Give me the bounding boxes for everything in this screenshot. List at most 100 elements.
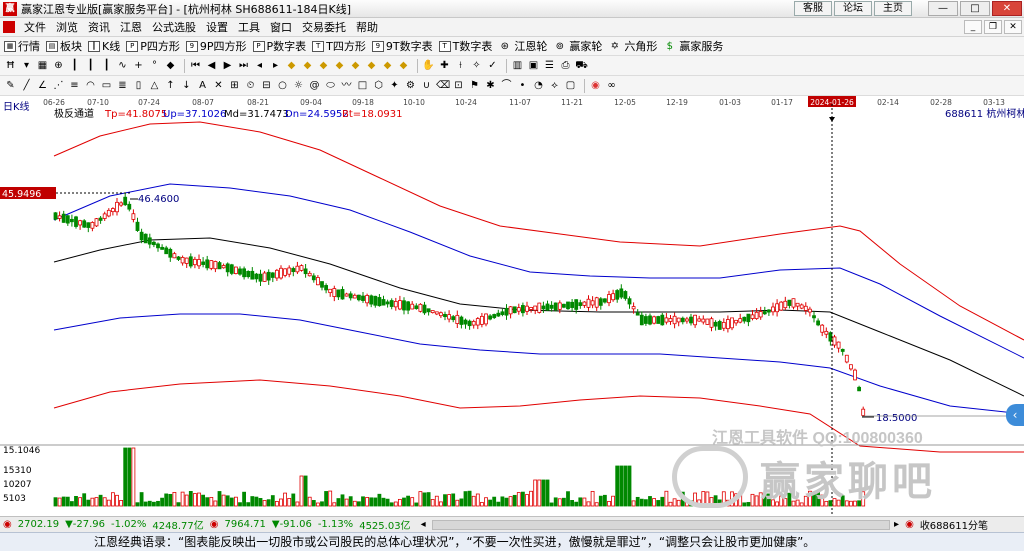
sun-icon[interactable]: ☼ [292,79,305,92]
grid2-icon[interactable]: ⊞ [228,79,241,92]
box-icon[interactable]: ▭ [100,79,113,92]
chart-type-icon[interactable]: Ħ [4,59,17,72]
menu-browse[interactable]: 浏览 [51,19,83,35]
time-icon[interactable]: ⏲ [244,79,257,92]
spiral-icon[interactable]: @ [308,79,321,92]
eraser-icon[interactable]: ⌫ [436,79,450,92]
first-icon[interactable]: ⏮ [189,59,202,72]
infinity-icon[interactable]: ∞ [605,79,618,92]
menu-window[interactable]: 窗口 [265,19,297,35]
dropdown-icon[interactable]: ▾ [20,59,33,72]
scroll-left-icon[interactable]: ◂ [421,519,426,530]
right-icon[interactable]: ▸ [269,59,282,72]
flag-icon[interactable]: ⚑ [468,79,481,92]
hand-icon[interactable]: ✋ [422,59,435,72]
link-homepage[interactable]: 主页 [874,1,912,16]
left-icon[interactable]: ◂ [253,59,266,72]
check-icon[interactable]: ✓ [486,59,499,72]
toolbar-9p-square-button[interactable]: 9 9P四方形 [185,38,247,54]
link-forum[interactable]: 论坛 [834,1,872,16]
dot-icon[interactable]: • [516,79,529,92]
fan-icon[interactable]: ⋰ [52,79,65,92]
menu-trading[interactable]: 交易委托 [297,19,351,35]
gear-icon[interactable]: ⚙ [404,79,417,92]
toolbar-t-square-button[interactable]: T T四方形 [312,38,366,54]
cross-icon[interactable]: ✚ [438,59,451,72]
menu-news[interactable]: 资讯 [83,19,115,35]
toolbar-gann-wheel-button[interactable]: ⊛ 江恩轮 [498,38,548,54]
circle-icon[interactable]: ○ [276,79,289,92]
wave-icon[interactable]: ∿ [116,59,129,72]
diamond-icon[interactable]: ◆ [164,59,177,72]
toolbar-t-table-button[interactable]: T T数字表 [438,38,492,54]
close-icon[interactable]: ✕ [992,1,1022,16]
toolbar-9t-table-button[interactable]: 9 9T数字表 [371,38,433,54]
diamond7-icon[interactable]: ◆ [365,59,378,72]
magnet-icon[interactable]: ∪ [420,79,433,92]
ruler-icon[interactable]: ⊟ [260,79,273,92]
plus-icon[interactable]: + [132,59,145,72]
maximize-icon[interactable]: □ [960,1,990,16]
toolbar-service-button[interactable]: $ 赢家服务 [663,38,724,54]
tick-detail-icon[interactable]: ◉ [905,519,914,530]
bars-icon[interactable]: ┃ [84,59,97,72]
fib-icon[interactable]: ≣ [116,79,129,92]
mdi-restore-icon[interactable]: ❐ [984,20,1002,34]
bar-icon[interactable]: ┃ [68,59,81,72]
toolbar-p-table-button[interactable]: P P数字表 [252,38,306,54]
triangle-icon[interactable]: △ [148,79,161,92]
diamond8-icon[interactable]: ◆ [381,59,394,72]
calc-icon[interactable]: ▥ [511,59,524,72]
zoom-in-icon[interactable]: ⊕ [52,59,65,72]
mdi-close-icon[interactable]: ✕ [1004,20,1022,34]
minimize-icon[interactable]: — [928,1,958,16]
text-icon[interactable]: A [196,79,209,92]
arc-icon[interactable]: ◠ [84,79,97,92]
star-icon[interactable]: ✦ [388,79,401,92]
menu-help[interactable]: 帮助 [351,19,383,35]
arrow-up-icon[interactable]: ↑ [164,79,177,92]
menu-gann[interactable]: 江恩 [115,19,147,35]
line-icon[interactable]: ╱ [20,79,33,92]
link-customer-service[interactable]: 客服 [794,1,832,16]
grid-icon[interactable]: ▦ [36,59,49,72]
menu-file[interactable]: 文件 [19,19,51,35]
spark-icon[interactable]: ✧ [470,59,483,72]
split-icon[interactable]: ⟊ [454,59,467,72]
bell-icon[interactable]: ◔ [532,79,545,92]
pencil-icon[interactable]: ✎ [4,79,17,92]
side-expand-button[interactable]: ‹ [1006,404,1024,426]
box2-icon[interactable]: ▢ [564,79,577,92]
zig-icon[interactable]: ⟡ [548,79,561,92]
arrow-down-icon[interactable]: ↓ [180,79,193,92]
toolbar-hexagon-button[interactable]: ✡ 六角形 [608,38,658,54]
wave2-icon[interactable]: 〰 [340,79,353,92]
print-icon[interactable]: ⎙ [559,59,572,72]
status-scroll-track[interactable] [431,519,891,530]
menu-settings[interactable]: 设置 [201,19,233,35]
list-icon[interactable]: ☰ [543,59,556,72]
color-wheel-icon[interactable]: ◉ [589,79,602,92]
book-icon[interactable]: ▣ [527,59,540,72]
hex-icon[interactable]: ⬡ [372,79,385,92]
diamond6-icon[interactable]: ◆ [349,59,362,72]
toolbar-sector-button[interactable]: ▤ 板块 [46,38,82,54]
tick-detail-label[interactable]: 收688611分笔 [920,517,988,532]
rect-icon[interactable]: ▯ [132,79,145,92]
diamond4-icon[interactable]: ◆ [317,59,330,72]
square-icon[interactable]: □ [356,79,369,92]
lock-icon[interactable]: ⊡ [452,79,465,92]
channel-icon[interactable]: ≡ [68,79,81,92]
degree-icon[interactable]: ° [148,59,161,72]
angle-icon[interactable]: ∠ [36,79,49,92]
menu-formula-picker[interactable]: 公式选股 [147,19,201,35]
mark-icon[interactable]: ✱ [484,79,497,92]
toolbar-quotes-button[interactable]: ▦ 行情 [4,38,40,54]
toolbar-winner-wheel-button[interactable]: ⊚ 赢家轮 [553,38,603,54]
mdi-minimize-icon[interactable]: _ [964,20,982,34]
diamond2-icon[interactable]: ◆ [285,59,298,72]
bars2-icon[interactable]: ┃ [100,59,113,72]
diamond5-icon[interactable]: ◆ [333,59,346,72]
toolbar-p-square-button[interactable]: P P四方形 [126,38,180,54]
toolbar-kline-button[interactable]: ┃ K线 [88,38,120,54]
